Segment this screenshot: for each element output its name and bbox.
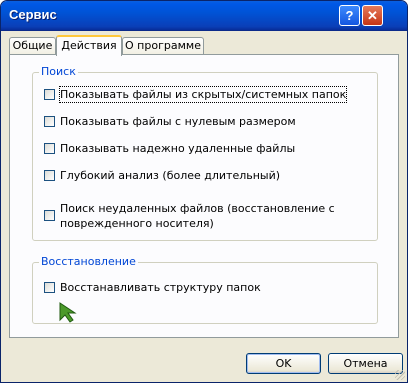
cancel-button[interactable]: Отмена [328, 353, 403, 374]
checkbox-label: Показывать файлы с нулевым размером [60, 115, 296, 128]
checkbox-label: Восстанавливать структуру папок [60, 281, 261, 294]
close-button[interactable]: ✕ [362, 5, 383, 26]
resize-grip-icon[interactable] [395, 370, 405, 380]
tab-about[interactable]: О программе [122, 37, 204, 55]
option-show-zero-size[interactable]: Показывать файлы с нулевым размером [44, 114, 296, 129]
checkbox[interactable] [44, 210, 55, 221]
search-group: Поиск Показывать файлы из скрытых/систем… [32, 65, 378, 241]
checkbox[interactable] [44, 116, 55, 127]
restore-group-legend: Восстановление [39, 255, 138, 268]
title-bar[interactable]: Сервис ? ✕ [1, 1, 407, 31]
option-find-undeleted[interactable]: Поиск неудаленных файлов (восстановление… [44, 201, 335, 231]
window-title: Сервис [9, 7, 57, 22]
checkbox-label: Глубокий анализ (более длительный) [60, 169, 281, 182]
restore-group: Восстановление Восстанавливать структуру… [32, 255, 378, 324]
settings-dialog: Сервис ? ✕ Общие Действия О программе По… [0, 0, 408, 383]
option-restore-folder-structure[interactable]: Восстанавливать структуру папок [44, 280, 261, 295]
close-icon: ✕ [367, 8, 378, 23]
option-deep-analysis[interactable]: Глубокий анализ (более длительный) [44, 168, 280, 183]
search-group-legend: Поиск [39, 65, 78, 78]
checkbox-label: Показывать надежно удаленные файлы [60, 142, 296, 155]
tab-panel-actions: Поиск Показывать файлы из скрытых/систем… [9, 54, 399, 338]
checkbox[interactable] [44, 170, 55, 181]
help-icon: ? [345, 8, 354, 23]
tab-general[interactable]: Общие [9, 37, 56, 55]
checkbox[interactable] [44, 282, 55, 293]
checkbox-label-line2: поврежденного носителя) [60, 217, 214, 230]
option-show-hidden-system[interactable]: Показывать файлы из скрытых/системных па… [44, 86, 348, 103]
ok-button[interactable]: OK [246, 353, 321, 374]
checkbox[interactable] [44, 89, 55, 100]
checkbox-label: Показывать файлы из скрытых/системных па… [58, 86, 348, 103]
help-button[interactable]: ? [339, 5, 360, 26]
mouse-cursor-icon [59, 302, 77, 323]
checkbox[interactable] [44, 143, 55, 154]
checkbox-label-line1: Поиск неудаленных файлов (восстановление… [60, 202, 335, 215]
option-show-securely-deleted[interactable]: Показывать надежно удаленные файлы [44, 141, 295, 156]
tab-actions[interactable]: Действия [56, 35, 122, 56]
checkbox-label: Поиск неудаленных файлов (восстановление… [60, 201, 335, 231]
